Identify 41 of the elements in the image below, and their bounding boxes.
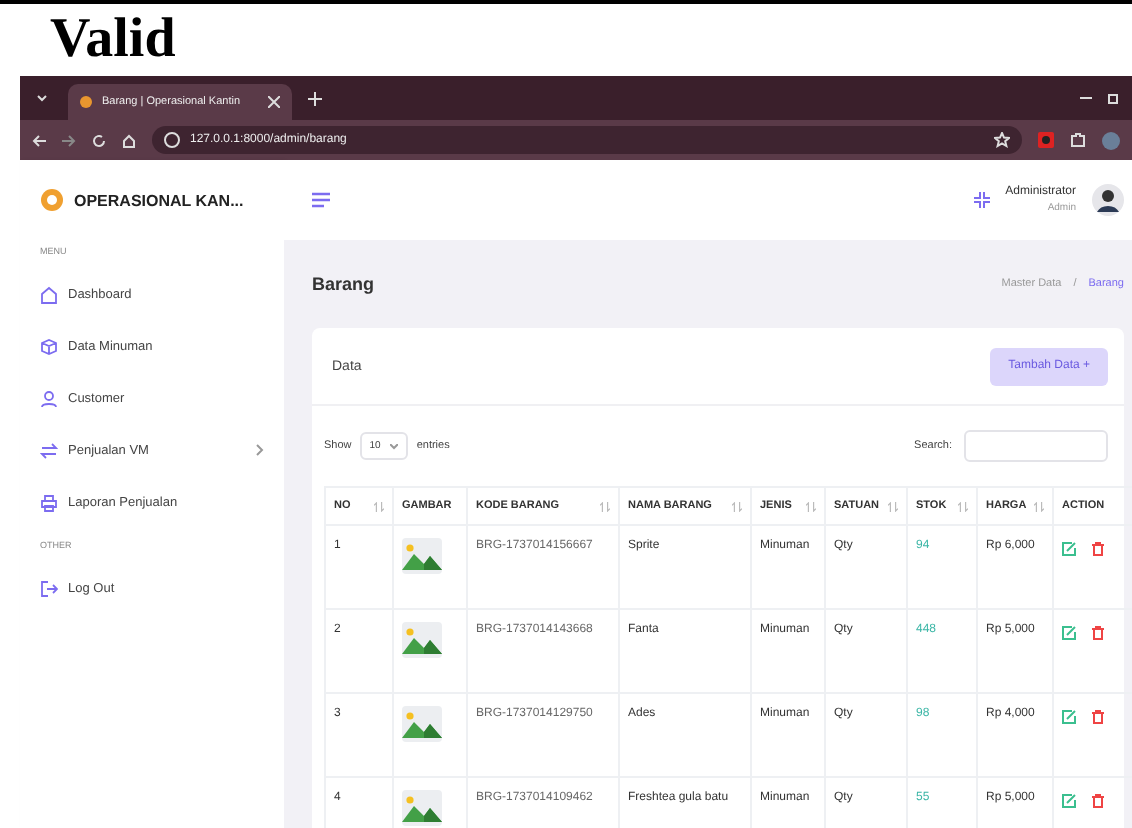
edit-icon[interactable] (1062, 542, 1076, 556)
favicon-icon (80, 96, 92, 108)
star-icon[interactable] (994, 132, 1010, 148)
brand-name: OPERASIONAL KAN... (74, 191, 244, 209)
fullscreen-icon[interactable] (973, 192, 990, 208)
image-icon (402, 622, 442, 658)
edit-icon[interactable] (1062, 794, 1076, 808)
printer-icon (40, 493, 58, 511)
restore-icon[interactable] (1108, 92, 1120, 104)
site-info-icon[interactable] (164, 132, 180, 148)
home-icon (40, 285, 58, 303)
user-icon (40, 389, 58, 407)
image-icon (402, 790, 442, 826)
back-icon[interactable] (32, 133, 46, 147)
forward-icon[interactable] (62, 133, 76, 147)
delete-icon[interactable] (1092, 542, 1104, 556)
close-icon[interactable] (268, 96, 280, 108)
delete-icon[interactable] (1092, 710, 1104, 724)
search-field[interactable] (964, 430, 1108, 462)
logout-icon (40, 579, 58, 597)
new-tab-icon[interactable] (308, 91, 322, 105)
image-icon (402, 706, 442, 742)
logo-icon (40, 188, 64, 212)
menu-icon[interactable] (312, 192, 330, 208)
caret-icon (390, 443, 399, 449)
swap-icon (40, 441, 58, 459)
minimize-icon[interactable] (1080, 92, 1092, 104)
profile-icon[interactable] (1102, 131, 1120, 149)
reload-icon[interactable] (92, 133, 106, 147)
delete-icon[interactable] (1092, 794, 1104, 808)
avatar-icon[interactable] (1092, 184, 1124, 216)
image-icon (402, 538, 442, 574)
extension-icon[interactable] (1038, 132, 1054, 148)
chevron-icon (256, 444, 264, 456)
delete-icon[interactable] (1092, 626, 1104, 640)
heading: Valid (50, 10, 176, 70)
edit-icon[interactable] (1062, 626, 1076, 640)
home-icon[interactable] (122, 133, 136, 147)
page-title: Barang (312, 274, 375, 294)
edit-icon[interactable] (1062, 710, 1076, 724)
box-icon (40, 337, 58, 355)
